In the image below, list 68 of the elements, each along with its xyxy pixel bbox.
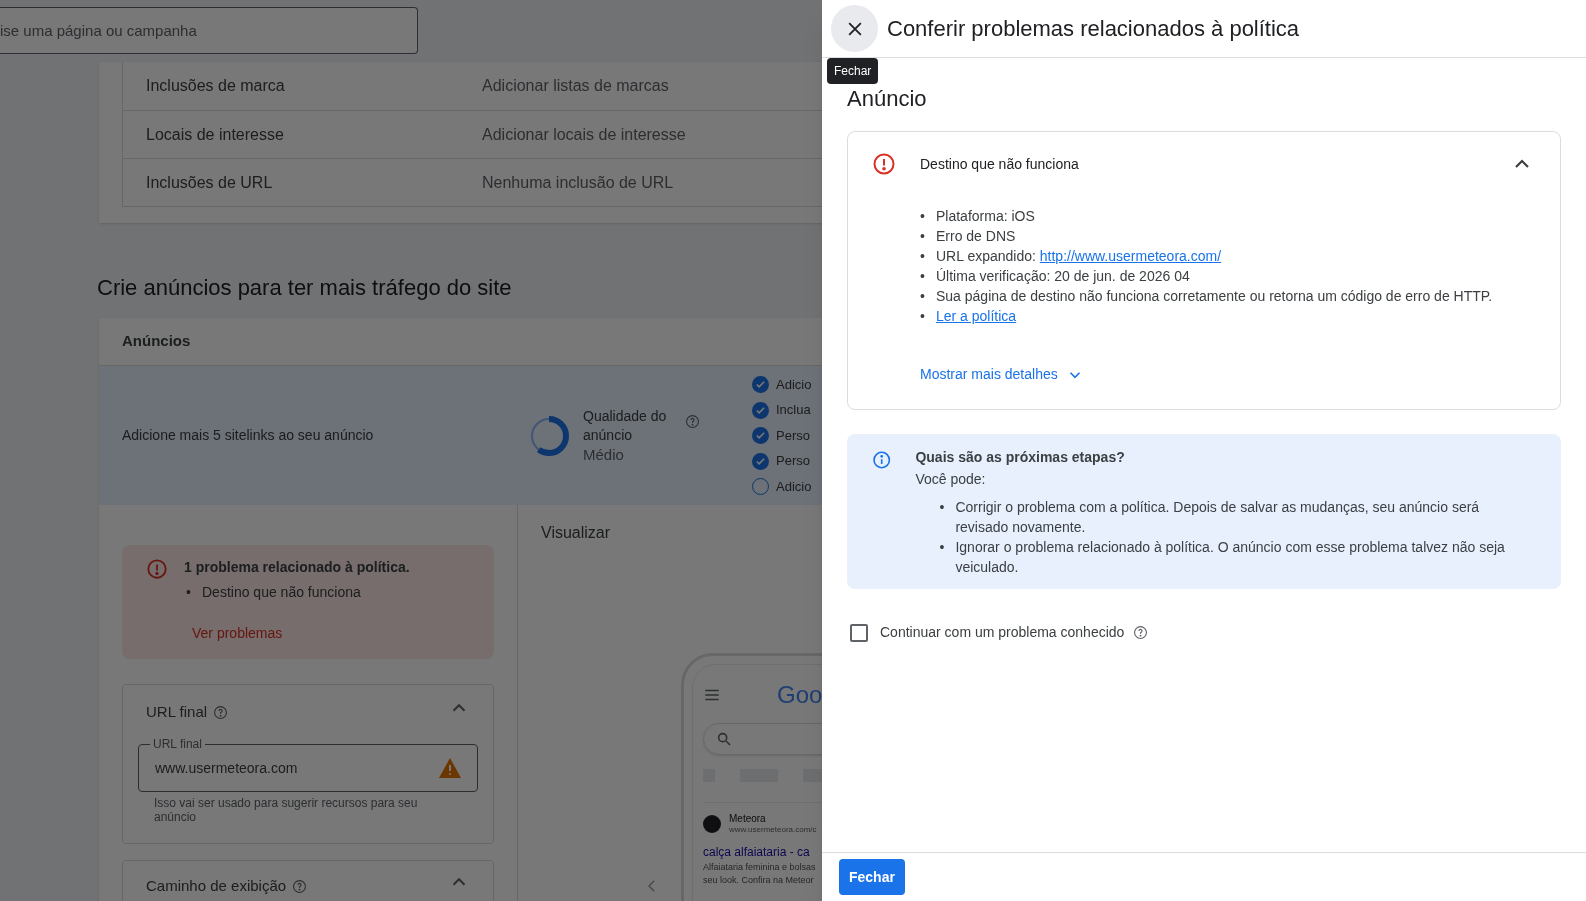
checklist-item: Perso xyxy=(776,426,810,445)
checklist-item: Inclua xyxy=(776,401,811,420)
detail-item: Última verificação: 20 de jun. de 2026 04 xyxy=(936,267,1190,286)
detail-item: Plataforma: iOS xyxy=(936,207,1035,226)
row-value[interactable]: Nenhuma inclusão de URL xyxy=(482,170,674,195)
detail-item: URL expandido: http://www.usermeteora.com/ xyxy=(936,247,1222,266)
suggestion-text: Adicione mais 5 sitelinks ao seu anúncio xyxy=(122,426,375,445)
section-heading: Crie anúncios para ter mais tráfego do site xyxy=(97,274,513,302)
advertiser-name: Meteora xyxy=(729,813,767,824)
row-value[interactable]: Adicionar listas de marcas xyxy=(482,74,669,98)
bullet: • xyxy=(920,207,926,226)
bullet: • xyxy=(920,227,926,246)
view-issues-link[interactable]: Ver problemas xyxy=(192,623,410,644)
issue-title: Destino que não funciona xyxy=(920,154,1079,174)
detail-item: Sua página de destino não funciona corretamente ou retorna um código de erro de HTTP. xyxy=(936,287,1493,306)
error-icon xyxy=(146,558,168,580)
section-title: Anúncio xyxy=(847,85,928,113)
panel-title: URL final xyxy=(146,702,208,722)
row-label: Inclusões de marca xyxy=(145,76,286,96)
error-icon xyxy=(872,152,896,176)
row-label: Inclusões de URL xyxy=(145,172,274,193)
checklist-item: Perso xyxy=(776,452,810,471)
checklist-item: Adicio xyxy=(776,477,812,496)
bullet: • xyxy=(920,247,926,266)
alert-item: Destino que não funciona xyxy=(202,583,361,602)
row-value[interactable]: Adicionar locais de interesse xyxy=(482,122,686,147)
help-icon[interactable] xyxy=(685,414,700,429)
ad-headline[interactable]: calça alfaiataria - ca xyxy=(703,843,822,861)
bullet: • xyxy=(920,267,926,286)
panel-title: Caminho de exibição xyxy=(146,876,287,896)
next-step-item: Ignorar o problema relacionado à política. O anúncio com esse problema talvez não seja veiculado. xyxy=(955,538,1506,577)
field-hint: Isso vai ser usado para sugerir recursos para seu anúncio xyxy=(154,795,419,824)
display-url: www.usermeteora.com/c xyxy=(729,824,817,835)
policy-link[interactable]: Ler a política xyxy=(936,306,1017,326)
card-title: Anúncios xyxy=(122,331,191,352)
checkbox-label: Continuar com um problema conhecido xyxy=(880,623,1125,642)
search-field[interactable]: ise uma página ou campanha xyxy=(0,7,418,54)
next-steps-title: Quais são as próximas etapas? xyxy=(915,448,1126,467)
advertiser-logo xyxy=(703,815,721,833)
ad-description: Alfaiataria feminina e bolsas xyxy=(703,861,817,874)
ad-description: seu look. Confira na Meteor xyxy=(703,874,815,887)
info-icon xyxy=(872,449,892,471)
help-icon[interactable] xyxy=(292,878,308,894)
expanded-url-link[interactable]: http://www.usermeteora.com/ xyxy=(1039,248,1222,264)
next-step-item: Corrigir o problema com a política. Depois de salvar as mudanças, seu anúncio será revisado novamente. xyxy=(955,498,1481,537)
search-logo: Goo xyxy=(777,680,822,710)
bullet: • xyxy=(939,498,946,517)
bullet: • xyxy=(920,287,926,306)
quality-rating: Médio xyxy=(583,445,625,464)
bullet: • xyxy=(920,307,926,326)
help-icon[interactable] xyxy=(1133,625,1149,640)
drawer-title: Conferir problemas relacionados à política xyxy=(887,15,1300,43)
search-icon xyxy=(716,731,732,747)
next-steps-intro: Você pode: xyxy=(915,470,987,489)
show-more-button[interactable]: Mostrar mais detalhes xyxy=(920,364,1084,385)
continue-checkbox[interactable] xyxy=(850,623,868,642)
help-icon[interactable] xyxy=(213,704,229,720)
close-tooltip: Fechar xyxy=(827,58,879,84)
detail-item: Erro de DNS xyxy=(936,227,1016,246)
close-button[interactable] xyxy=(831,5,878,52)
bullet: • xyxy=(186,583,192,602)
alert-title: 1 problema relacionado à política. xyxy=(184,558,410,577)
quality-label: Qualidade do anúncio xyxy=(583,407,668,445)
row-label: Locais de interesse xyxy=(145,124,285,145)
bullet: • xyxy=(939,538,946,557)
preview-title: Visualizar xyxy=(541,523,612,543)
close-footer-button[interactable]: Fechar xyxy=(839,859,905,895)
checklist-item: Adicio xyxy=(776,375,812,394)
